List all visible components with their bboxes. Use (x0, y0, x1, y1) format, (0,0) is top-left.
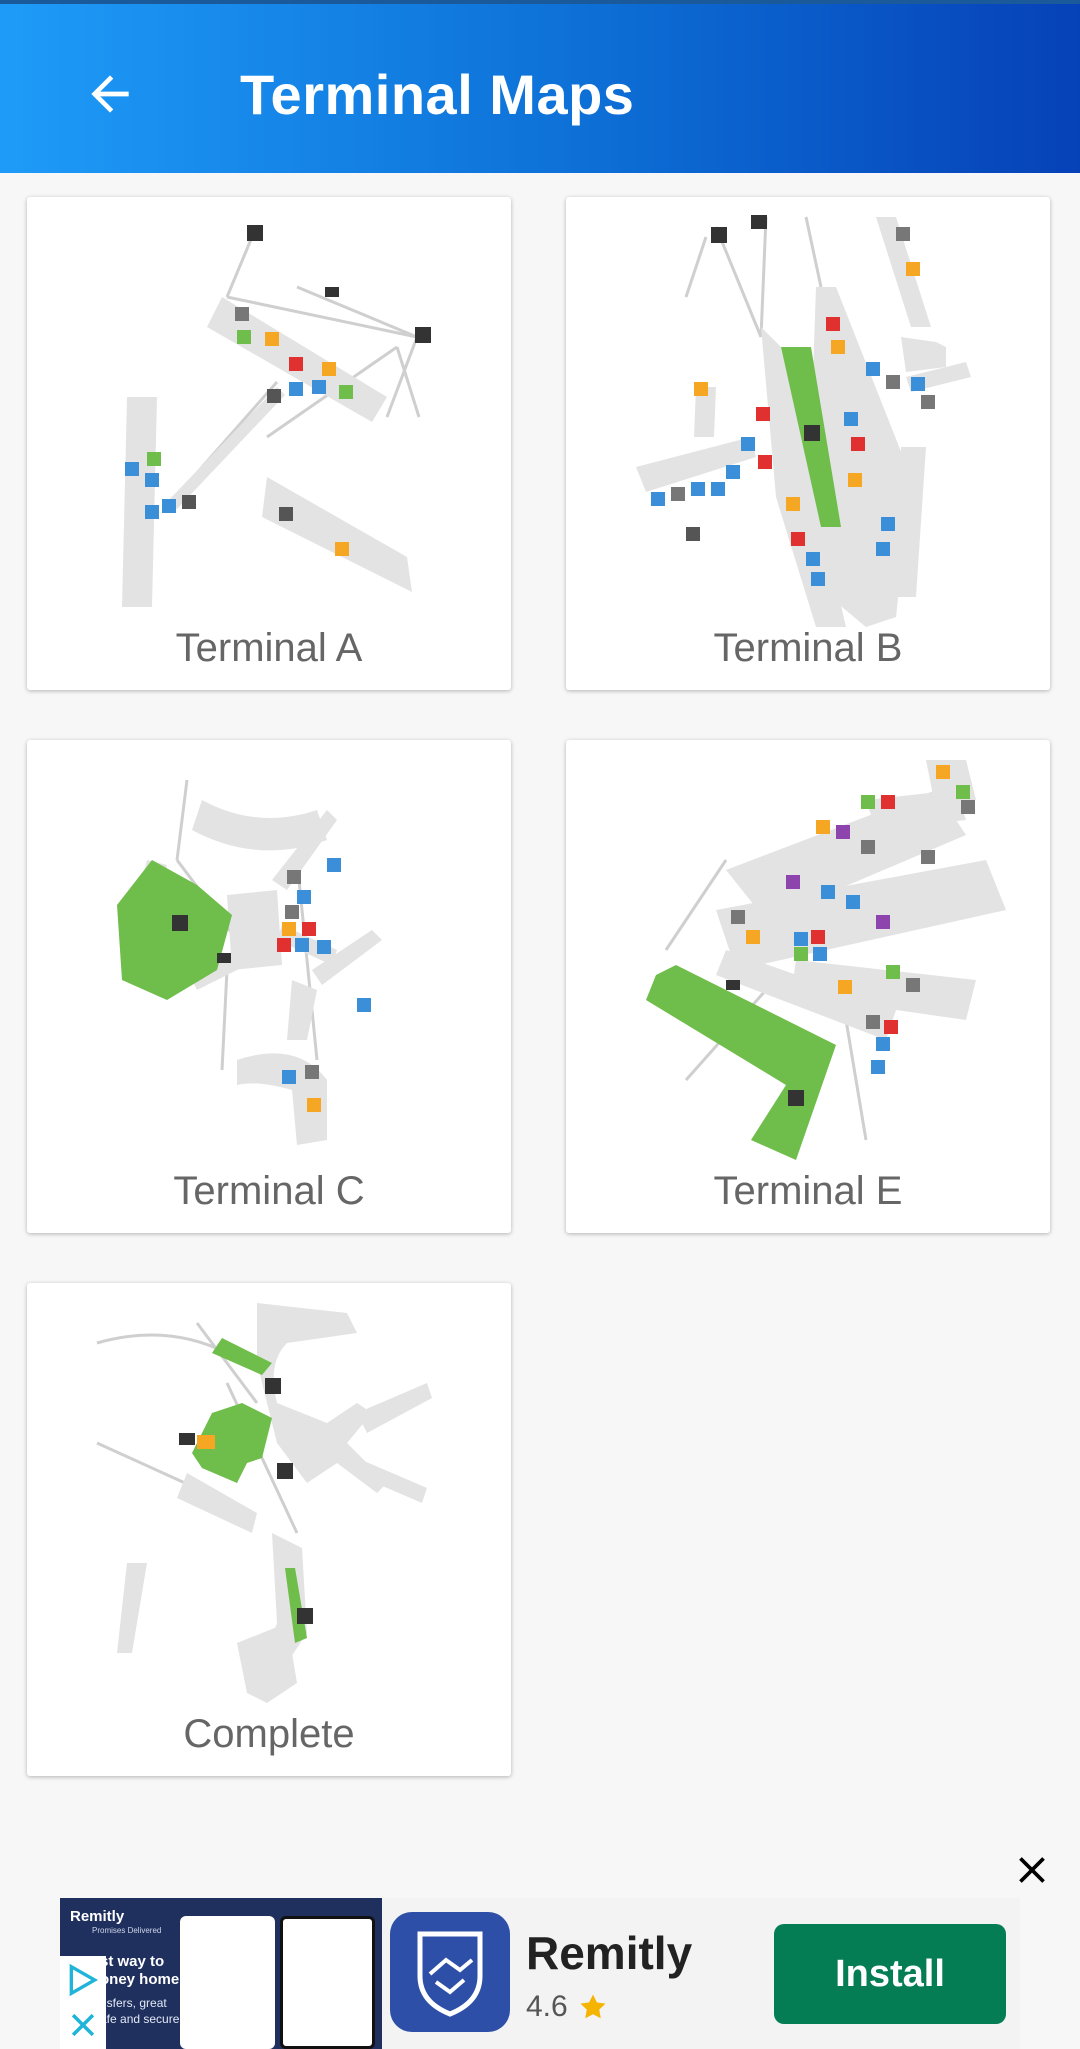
remitly-app-icon (390, 1912, 510, 2032)
ad-text-4: afe and secure (100, 2012, 180, 2026)
terminal-a-map (122, 225, 431, 607)
ad-app-name: Remitly (526, 1927, 693, 1979)
install-button[interactable]: Install (774, 1924, 1006, 2024)
card-label: Terminal C (173, 1169, 365, 1213)
card-label: Terminal A (175, 626, 363, 670)
back-button[interactable] (72, 56, 148, 132)
ad-tagline: Promises Delivered (92, 1926, 162, 1935)
ad-close-button[interactable] (1004, 1842, 1060, 1898)
terminal-b-map (636, 215, 971, 627)
card-label: Terminal B (713, 626, 903, 670)
complete-map-card[interactable]: Complete (27, 1283, 511, 1776)
app-bar: Terminal Maps (0, 0, 1080, 173)
star-icon (580, 1994, 606, 2019)
ad-choices-icon (69, 1963, 99, 1997)
terminal-b-card[interactable]: Terminal B (566, 197, 1050, 690)
ad-rating: 4.6 (526, 1990, 608, 2024)
complete-map (96, 1303, 432, 1703)
ad-choices-close-icon (71, 2013, 95, 2037)
handshake-icon (417, 1931, 483, 2017)
ad-brand: Remitly (70, 1908, 125, 1925)
ad-screenshot: Remitly Promises Delivered st way to one… (60, 1898, 382, 2049)
page-title: Terminal Maps (240, 63, 635, 126)
terminal-e-map (646, 760, 1006, 1160)
card-label: Terminal E (713, 1169, 903, 1213)
ad-text-1: st way to (100, 1953, 165, 1970)
ad-text-2: oney home. (100, 1971, 184, 1988)
ad-rating-value: 4.6 (526, 1990, 568, 2023)
terminal-c-card[interactable]: Terminal C (27, 740, 511, 1233)
ad-banner[interactable]: Remitly Promises Delivered st way to one… (60, 1898, 1020, 2049)
ad-choices[interactable] (60, 1956, 106, 2049)
arrow-left-icon (91, 75, 129, 113)
card-label: Complete (183, 1712, 355, 1756)
terminal-a-card[interactable]: Terminal A (27, 197, 511, 690)
terminal-c-map (117, 779, 382, 1145)
terminal-e-card[interactable]: Terminal E (566, 740, 1050, 1233)
ad-text-3: nsfers, great (100, 1996, 167, 2010)
close-icon (1019, 1857, 1045, 1883)
